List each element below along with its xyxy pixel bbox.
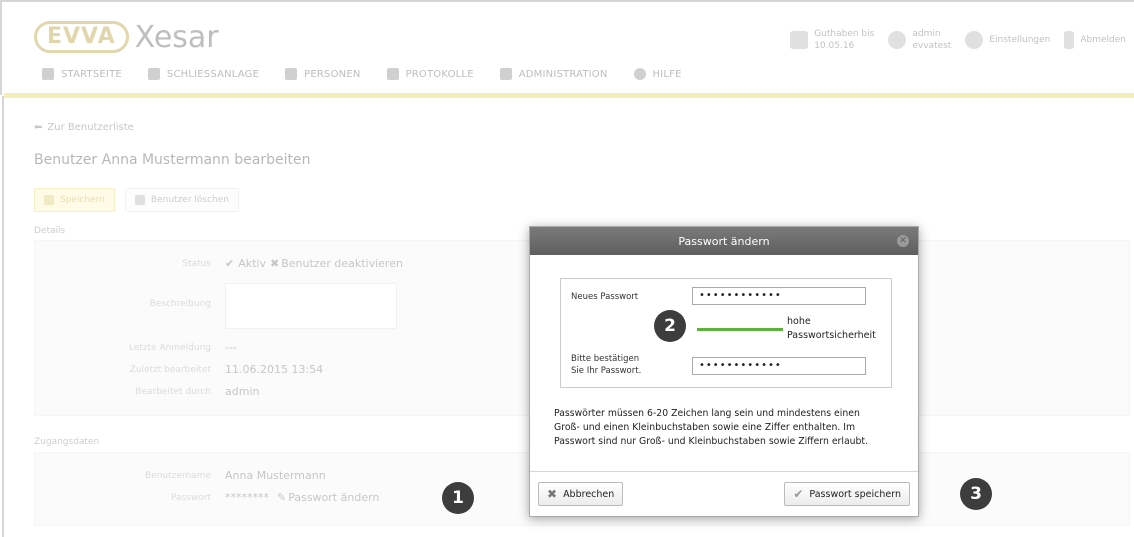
details-section-label: Details [34, 226, 66, 236]
confirm-password-input[interactable]: •••••••••••• [692, 357, 866, 375]
page-toolbar: Speichern Benutzer löschen [34, 188, 239, 212]
credit-info: Guthaben bis 10.05.16 [790, 28, 874, 52]
last-login-row: Letzte Anmeldung --- [128, 341, 237, 354]
help-icon [633, 68, 646, 80]
dialog-title: Passwort ändern [678, 234, 770, 248]
home-icon [42, 68, 54, 80]
user-info[interactable]: admin evvatest [888, 28, 951, 52]
cancel-button[interactable]: ✖ Abbrechen [538, 482, 624, 506]
door-icon [1064, 31, 1075, 49]
password-masked: ******** [225, 491, 269, 504]
logo-brand: EVVA [34, 21, 129, 53]
people-icon [285, 68, 298, 80]
confirm-password-label: Bitte bestätigen Sie Ihr Passwort. [571, 354, 642, 376]
status-value: Aktiv [238, 257, 266, 270]
deactivate-link[interactable]: ✖ Benutzer deaktivieren [270, 257, 403, 270]
logout-link[interactable]: Abmelden [1064, 31, 1126, 49]
password-rules-text: Passwörter müssen 6-20 Zeichen lang sein… [554, 408, 869, 447]
settings-link[interactable]: Einstellungen [965, 31, 1050, 49]
credit-label: Guthaben bis [814, 29, 875, 39]
save-password-button[interactable]: ✔ Passwort speichern [784, 482, 910, 506]
logout-label: Abmelden [1080, 35, 1126, 45]
description-row: Beschreibung [35, 283, 397, 329]
change-password-dialog: Passwort ändern ✕ Neues Passwort •••••••… [529, 226, 919, 517]
lock-icon [147, 68, 160, 80]
gear-icon [965, 31, 984, 49]
username-row: Benutzername Anna Mustermann [145, 469, 326, 482]
close-icon: ✖ [547, 487, 558, 501]
person-key-icon: ✎ [277, 491, 287, 504]
step-marker-3: 3 [960, 478, 992, 510]
step-marker-1: 1 [442, 482, 474, 514]
change-password-link[interactable]: ✎ Passwort ändern [277, 491, 379, 504]
user-icon [888, 31, 907, 49]
delete-user-button[interactable]: Benutzer löschen [124, 188, 239, 212]
trash-icon [134, 195, 145, 205]
user-name: admin [912, 29, 941, 39]
new-password-input[interactable]: •••••••••••• [692, 287, 866, 305]
cross-icon: ✖ [270, 257, 280, 270]
back-to-user-list-link[interactable]: ⬅ Zur Benutzerliste [34, 122, 134, 133]
nav-item-administration[interactable]: ADMINISTRATION [499, 68, 608, 80]
nav-item-protokolle[interactable]: PROTOKOLLE [386, 68, 474, 80]
close-icon[interactable]: ✕ [897, 235, 909, 247]
step-marker-2: 2 [654, 310, 686, 342]
password-strength-bar [697, 328, 783, 331]
dialog-header: Passwort ändern ✕ [530, 227, 918, 255]
evva-xesar-logo: EVVA Xesar [34, 19, 219, 55]
check-icon: ✔ [225, 257, 235, 270]
new-password-label: Neues Passwort [571, 292, 639, 302]
header-toolbar: Guthaben bis 10.05.16 admin evvatest Ein… [790, 28, 1126, 52]
calculator-icon [790, 31, 809, 49]
nav-item-startseite[interactable]: STARTSEITE [42, 68, 122, 80]
description-textarea[interactable] [225, 283, 397, 329]
floppy-icon [44, 195, 54, 205]
page-title: Benutzer Anna Mustermann bearbeiten [34, 152, 311, 168]
nav-item-personen[interactable]: PERSONEN [285, 68, 360, 80]
status-row: Status ✔ Aktiv ✖ Benutzer deaktivieren [182, 257, 403, 270]
logo-product: Xesar [134, 19, 219, 55]
edited-by-row: Bearbeitet durch admin [135, 385, 260, 398]
nav-item-schliessanlage[interactable]: SCHLIESSANLAGE [147, 68, 259, 80]
settings-label: Einstellungen [989, 35, 1051, 45]
access-section-label: Zugangsdaten [34, 437, 100, 447]
password-strength-label: hohe Passwortsicherheit [787, 316, 876, 341]
back-arrow-icon: ⬅ [34, 122, 43, 133]
admin-icon [499, 68, 512, 80]
last-edited-row: Zuletzt bearbeitet 11.06.2015 13:54 [129, 363, 324, 376]
user-tenant: evvatest [912, 41, 952, 51]
password-form: Neues Passwort •••••••••••• hohe Passwor… [560, 278, 892, 388]
password-row: Passwort ******** ✎ Passwort ändern [170, 491, 380, 504]
save-user-button[interactable]: Speichern [34, 188, 115, 212]
document-icon [386, 68, 399, 80]
credit-date: 10.05.16 [814, 41, 855, 51]
dialog-footer: ✖ Abbrechen ✔ Passwort speichern [530, 471, 918, 516]
nav-item-hilfe[interactable]: HILFE [633, 68, 682, 80]
main-nav: STARTSEITE SCHLIESSANLAGE PERSONEN PROTO… [42, 68, 682, 80]
app-header: EVVA Xesar Guthaben bis 10.05.16 admin e… [0, 0, 1134, 98]
check-icon: ✔ [793, 487, 804, 501]
